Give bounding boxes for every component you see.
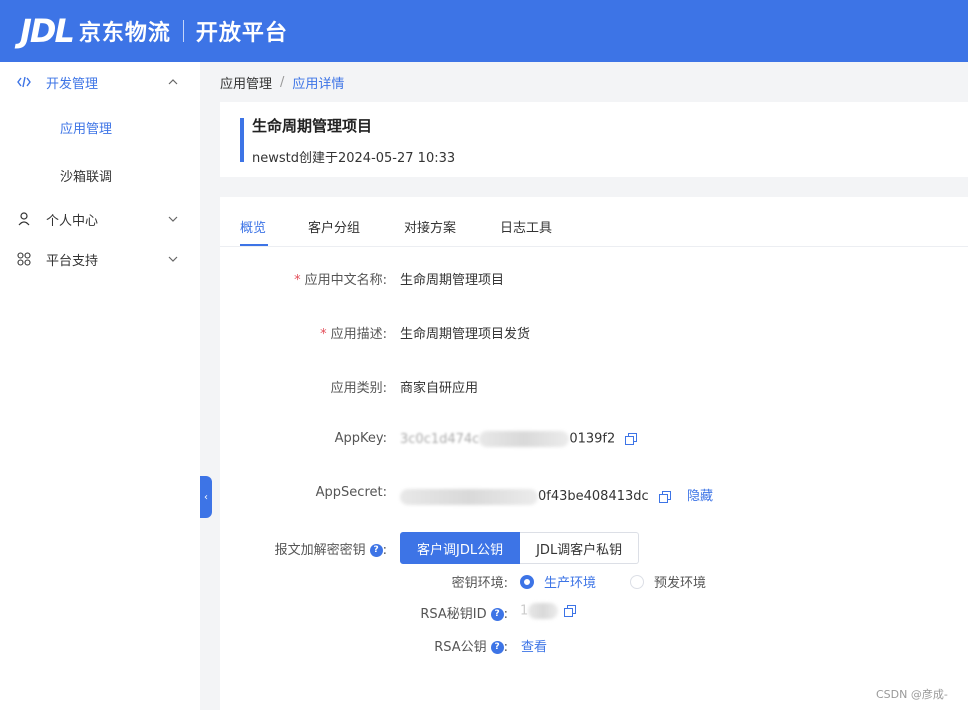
csdn-watermark: CSDN @彦成- [876, 688, 948, 701]
help-icon[interactable]: ? [490, 641, 504, 654]
app-name-value: 生命周期管理项目 [400, 273, 505, 288]
breadcrumb-parent[interactable]: 应用管理 [220, 73, 272, 92]
help-icon[interactable]: ? [490, 608, 504, 621]
rsa-public-key-label: RSA公钥?: [434, 640, 508, 655]
grid-icon [16, 251, 32, 267]
copy-icon[interactable] [564, 605, 577, 617]
appsecret-label: AppSecret: [315, 485, 387, 500]
crypto-key-toggle: 客户调JDL公钥 JDL调客户私钥 [400, 532, 640, 564]
required-mark: * [320, 327, 327, 342]
app-detail-card: 概览 客户分组 对接方案 日志工具 * 应用中文名称: 生命周期管理项目 * 应用描… [220, 197, 968, 710]
code-icon [16, 74, 32, 90]
masked-region [528, 603, 559, 619]
required-mark: * [294, 273, 301, 288]
breadcrumb-current: 应用详情 [292, 76, 345, 92]
radio-label: 生产环境 [544, 576, 597, 591]
portal-name: 开放平台 [195, 21, 288, 46]
customer-calls-jdl-public-key-button[interactable]: 客户调JDL公钥 [400, 532, 521, 564]
tab-integration-plan[interactable]: 对接方案 [404, 217, 456, 236]
appkey-value: 3c0c1d474c 0139f2 [400, 431, 638, 447]
sidebar-item-label: 开发管理 [46, 76, 99, 92]
tab-overview[interactable]: 概览 [240, 217, 266, 236]
logo-chinese-name: 京东物流 [78, 21, 171, 46]
active-tab-indicator [240, 244, 268, 246]
radio-label: 预发环境 [654, 576, 707, 591]
app-name-label: * 应用中文名称: [294, 273, 387, 288]
help-icon[interactable]: ? [369, 544, 383, 557]
jdl-calls-customer-private-key-button[interactable]: JDL调客户私钥 [520, 532, 640, 564]
radio-dot [630, 574, 644, 589]
view-public-key-link[interactable]: 查看 [521, 636, 547, 655]
chevron-up-icon [168, 79, 178, 85]
sidebar-subitem-label: 应用管理 [60, 121, 113, 137]
appsecret-suffix: 0f43be408413dc [538, 489, 649, 504]
env-radio-staging[interactable]: 预发环境 [630, 572, 706, 591]
rsa-id-label: RSA秘钥ID?: [420, 607, 508, 622]
chevron-down-icon [168, 256, 178, 262]
chevron-left-icon: ‹ [204, 491, 208, 503]
app-category-label: 应用类别: [330, 381, 387, 396]
sidebar-subitem-app-management[interactable]: 应用管理 [0, 107, 200, 147]
sidebar-item-personal-center[interactable]: 个人中心 [0, 199, 200, 239]
hide-secret-link[interactable]: 隐藏 [687, 489, 713, 504]
masked-region [400, 488, 538, 505]
app-title-card: 生命周期管理项目 newstd创建于2024-05-27 10:33 [220, 102, 968, 177]
sidebar-item-dev-management[interactable]: 开发管理 [0, 62, 200, 102]
user-icon [16, 211, 32, 227]
appsecret-value: 0f43be408413dc 隐藏 [400, 485, 713, 505]
crypto-key-label: 报文加解密密钥?: [274, 543, 387, 558]
appkey-prefix: 3c0c1d474c [400, 431, 480, 447]
sidebar-collapse-button[interactable]: ‹ [200, 476, 212, 518]
sidebar: 开发管理 应用管理 沙箱联调 个人中心 平台支持 [0, 62, 200, 710]
jdl-logo[interactable]: JDL [20, 12, 75, 50]
copy-icon[interactable] [625, 433, 638, 445]
sidebar-item-platform-support[interactable]: 平台支持 [0, 239, 200, 279]
top-header: JDL 京东物流 开放平台 [0, 0, 968, 62]
appkey-label: AppKey: [334, 431, 387, 446]
copy-icon[interactable] [658, 490, 671, 503]
sidebar-item-label: 平台支持 [46, 253, 99, 269]
chevron-down-icon [168, 216, 178, 222]
detail-tabs: 概览 客户分组 对接方案 日志工具 [220, 197, 968, 247]
env-radio-production[interactable]: 生产环境 [520, 572, 596, 591]
sidebar-subitem-label: 沙箱联调 [60, 169, 113, 185]
tab-customer-groups[interactable]: 客户分组 [308, 217, 360, 236]
tab-log-tools[interactable]: 日志工具 [500, 217, 552, 236]
radio-dot [520, 574, 534, 589]
app-desc-value: 生命周期管理项目发货 [400, 327, 531, 342]
masked-region [479, 431, 570, 447]
sidebar-subitem-sandbox[interactable]: 沙箱联调 [0, 155, 200, 195]
app-category-value: 商家自研应用 [400, 381, 479, 396]
key-env-label: 密钥环境: [451, 576, 508, 591]
app-desc-label: * 应用描述: [320, 327, 387, 342]
appkey-suffix: 0139f2 [569, 431, 616, 447]
logo-divider [182, 20, 184, 42]
title-accent-bar [240, 118, 244, 162]
breadcrumb-separator: / [280, 74, 285, 90]
rsa-id-value: 1 [520, 603, 577, 619]
rsa-id-visible: 1 [520, 603, 529, 619]
app-created-info: newstd创建于2024-05-27 10:33 [252, 151, 456, 166]
app-name-title: 生命周期管理项目 [252, 117, 373, 135]
sidebar-item-label: 个人中心 [46, 213, 99, 229]
breadcrumb: 应用管理 / 应用详情 [220, 72, 344, 92]
